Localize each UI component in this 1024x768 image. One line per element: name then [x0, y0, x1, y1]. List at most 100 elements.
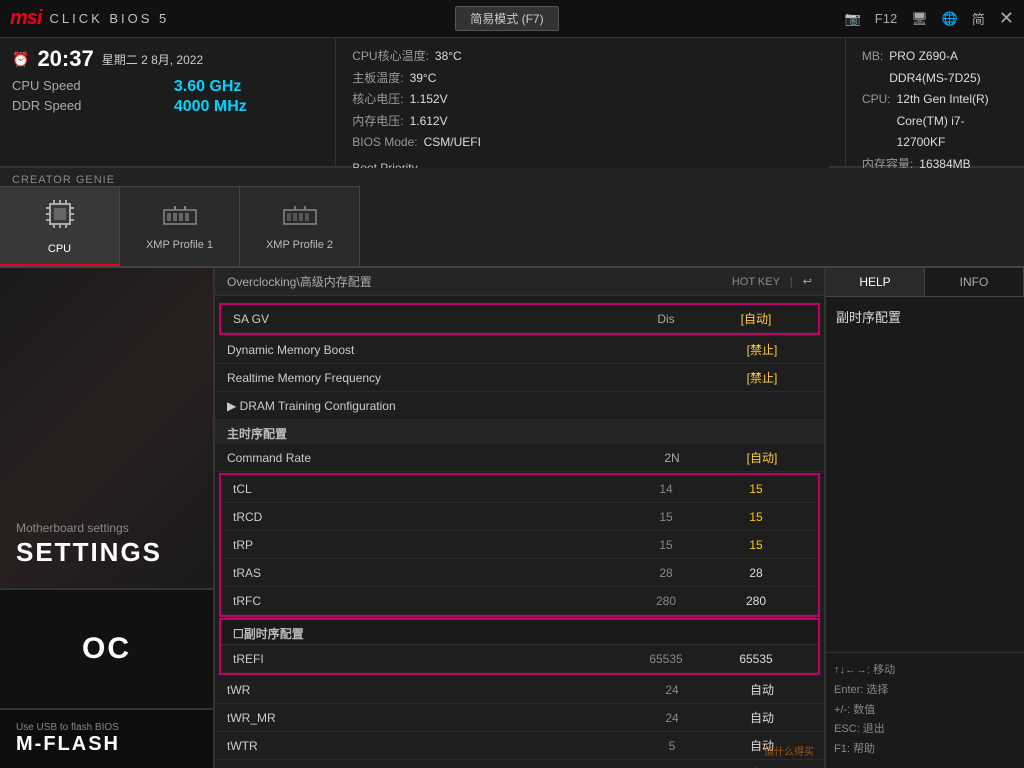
xmp2-tab-label: XMP Profile 2 — [266, 239, 333, 251]
cpu-tab-label: CPU — [48, 243, 71, 255]
trcd-name: tRCD — [233, 510, 626, 524]
mem-voltage-key: 内存电压: — [352, 111, 403, 133]
breadcrumb: Overclocking\高级内存配置 — [227, 273, 372, 290]
tras-val2: 28 — [706, 566, 806, 580]
sa-gv-highlighted: SA GV Dis [自动] — [219, 303, 820, 335]
mb-row: MB: PRO Z690-A DDR4(MS-7D25) — [862, 46, 1008, 89]
main-content: Motherboard settings SETTINGS OC Use USB… — [0, 268, 1024, 768]
info-center: CPU核心温度: 38°C 主板温度: 39°C 核心电压: 1.152V 内存… — [336, 38, 846, 166]
bios-mode-val: CSM/UEFI — [424, 132, 481, 154]
board-temp-row: 主板温度: 39°C — [352, 68, 829, 90]
cpu-temp-key: CPU核心温度: — [352, 46, 429, 68]
info-right: MB: PRO Z690-A DDR4(MS-7D25) CPU: 12th G… — [846, 38, 1024, 166]
right-panel: HELP INFO 副时序配置 ↑↓←→: 移动 Enter: 选择 +/-: … — [824, 268, 1024, 768]
tab-info[interactable]: INFO — [925, 268, 1024, 296]
twr-name: tWR — [227, 683, 632, 697]
clock-icon: ⏰ — [12, 51, 29, 68]
datetime-row: ⏰ 20:37 星期二 2 8月, 2022 — [12, 46, 323, 72]
top-center: 简易模式 (F7) — [455, 6, 558, 31]
cpu-temp-val: 38°C — [435, 46, 462, 68]
easy-mode-button[interactable]: 简易模式 (F7) — [455, 6, 558, 31]
table-row-command-rate[interactable]: Command Rate 2N [自动] — [215, 444, 824, 472]
table-row-trfc[interactable]: tRFC 280 280 — [221, 587, 818, 615]
core-voltage-row: 核心电压: 1.152V — [352, 89, 829, 111]
dram-training-name: ▶ DRAM Training Configuration — [227, 399, 632, 413]
table-row-trp[interactable]: tRP 15 15 — [221, 531, 818, 559]
mflash-small-label: Use USB to flash BIOS — [16, 722, 197, 733]
trfc-val1: 280 — [626, 594, 706, 608]
table-row-twtr[interactable]: tWTR 5 自动 — [215, 732, 824, 760]
date-section: 星期二 2 8月, 2022 — [102, 51, 203, 68]
bios-mode-row: BIOS Mode: CSM/UEFI — [352, 132, 829, 154]
right-content: 副时序配置 — [826, 297, 1024, 652]
table-row-sagv[interactable]: SA GV Dis [自动] — [221, 305, 818, 333]
table-row-dram-training[interactable]: ▶ DRAM Training Configuration — [215, 392, 824, 420]
ddr-speed-value: 4000 MHz — [174, 98, 323, 116]
table-row-twtr-l[interactable]: tWTR_L 12 自动 — [215, 760, 824, 768]
core-voltage-val: 1.152V — [410, 89, 448, 111]
close-button[interactable]: ✕ — [999, 8, 1014, 29]
cpu-temp-row: CPU核心温度: 38°C — [352, 46, 829, 68]
date-label: 2 8月, 2022 — [141, 53, 203, 67]
sub-timings-block: ☐副时序配置 tREFI 65535 65535 — [219, 618, 820, 675]
table-row-dmb[interactable]: Dynamic Memory Boost [禁止] — [215, 336, 824, 364]
tab-help[interactable]: HELP — [826, 268, 925, 296]
table-row-rmf[interactable]: Realtime Memory Frequency [禁止] — [215, 364, 824, 392]
sidebar-oc-section[interactable]: OC — [0, 588, 213, 708]
tcl-val2: 15 — [706, 482, 806, 496]
trp-name: tRP — [233, 538, 626, 552]
screenshot-icon: 📷 — [845, 11, 861, 27]
sidebar-mflash-section[interactable]: Use USB to flash BIOS M-FLASH — [0, 708, 213, 768]
table-row-tcl[interactable]: tCL 14 15 — [221, 475, 818, 503]
xmp2-tab-icon — [282, 203, 318, 235]
settings-small-label: Motherboard settings — [16, 521, 197, 535]
time-display: 20:37 — [37, 46, 93, 72]
table-row-trefi[interactable]: tREFI 65535 65535 — [221, 645, 818, 673]
sidebar: Motherboard settings SETTINGS OC Use USB… — [0, 268, 215, 768]
top-bar: msi CLICK BIOS 5 简易模式 (F7) 📷 F12 🖥 🌐 简 ✕ — [0, 0, 1024, 38]
logo: msi CLICK BIOS 5 — [10, 7, 169, 30]
table-row-twr[interactable]: tWR 24 自动 — [215, 676, 824, 704]
main-timings-block: tCL 14 15 tRCD 15 15 tRP 15 15 tRAS 28 — [219, 473, 820, 617]
command-rate-val2: [自动] — [712, 449, 812, 466]
table-row-tras[interactable]: tRAS 28 28 — [221, 559, 818, 587]
tab-xmp1[interactable]: XMP Profile 1 — [120, 186, 240, 266]
cpu-val: 12th Gen Intel(R) Core(TM) i7-12700KF — [897, 89, 1008, 154]
back-icon[interactable]: ↩ — [803, 275, 812, 288]
lang-label: 简 — [972, 9, 985, 28]
trcd-val1: 15 — [626, 510, 706, 524]
cpu-tab-icon — [42, 196, 78, 239]
table-row-trcd[interactable]: tRCD 15 15 — [221, 503, 818, 531]
rmf-name: Realtime Memory Frequency — [227, 371, 632, 385]
divider: | — [790, 276, 793, 288]
trp-val2: 15 — [706, 538, 806, 552]
creator-genie-label: CREATOR GENIE — [12, 174, 115, 186]
twr-mr-val2: 自动 — [712, 709, 812, 726]
breadcrumb-bar: Overclocking\高级内存配置 HOT KEY | ↩ — [215, 268, 824, 296]
screenshot-key-label: F12 — [875, 11, 897, 26]
tab-cpu[interactable]: CPU — [0, 186, 120, 266]
right-tabs: HELP INFO — [826, 268, 1024, 297]
trefi-val2: 65535 — [706, 652, 806, 666]
trcd-val2: 15 — [706, 510, 806, 524]
cpu-key: CPU: — [862, 89, 891, 154]
right-keybindings: ↑↓←→: 移动 Enter: 选择 +/-: 数值 ESC: 退出 F1: 帮… — [826, 652, 1024, 768]
rmf-val2: [禁止] — [712, 369, 812, 386]
keybind-enter: Enter: 选择 — [834, 681, 1016, 701]
cpu-speed-label: CPU Speed — [12, 78, 158, 96]
settings-table: SA GV Dis [自动] Dynamic Memory Boost [禁止]… — [215, 296, 824, 768]
keybind-esc: ESC: 退出 — [834, 720, 1016, 740]
cpu-speed-value: 3.60 GHz — [174, 78, 323, 96]
hot-key-label: HOT KEY — [732, 276, 780, 288]
trefi-val1: 65535 — [626, 652, 706, 666]
sagv-val2: [自动] — [706, 310, 806, 327]
mem-voltage-val: 1.612V — [410, 111, 448, 133]
keybind-plusminus: +/-: 数值 — [834, 701, 1016, 721]
sidebar-settings-section[interactable]: Motherboard settings SETTINGS — [0, 268, 213, 588]
board-temp-val: 39°C — [410, 68, 437, 90]
trfc-name: tRFC — [233, 594, 626, 608]
table-row-twr-mr[interactable]: tWR_MR 24 自动 — [215, 704, 824, 732]
tab-xmp2[interactable]: XMP Profile 2 — [240, 186, 360, 266]
bios-mode-key: BIOS Mode: — [352, 132, 417, 154]
ddr-speed-label: DDR Speed — [12, 98, 158, 116]
